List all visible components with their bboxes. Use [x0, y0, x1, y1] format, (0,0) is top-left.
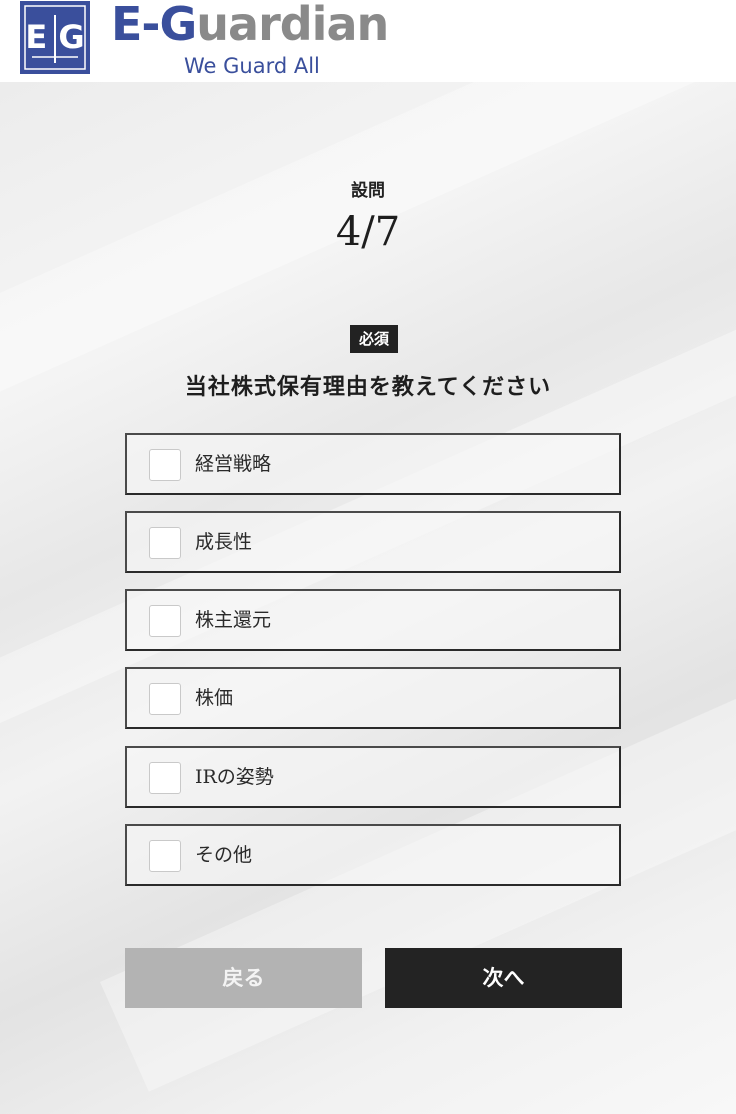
question-label: 設問 [351, 181, 385, 201]
required-badge: 必須 [350, 325, 398, 353]
checkbox[interactable] [149, 683, 181, 715]
option-stock-price[interactable]: 株価 [125, 667, 621, 729]
brand-tagline: We Guard All [184, 54, 320, 78]
checkbox[interactable] [149, 605, 181, 637]
brand-name[interactable]: E-Guardian [111, 0, 389, 54]
checkbox[interactable] [149, 840, 181, 872]
option-management-strategy[interactable]: 経営戦略 [125, 433, 621, 495]
question-progress: 4/7 [335, 209, 401, 255]
option-label: 株主還元 [195, 609, 272, 631]
survey-section: 設問 4/7 必須 当社株式保有理由を教えてください 経営戦略 成長性 株主還元… [0, 82, 736, 1114]
question-text: 当社株式保有理由を教えてください [184, 374, 552, 400]
option-ir-attitude[interactable]: IRの姿勢 [125, 746, 621, 808]
site-header: E G E-Guardian We Guard All [0, 0, 736, 82]
option-growth[interactable]: 成長性 [125, 511, 621, 573]
option-label: 経営戦略 [195, 453, 272, 475]
option-label: その他 [195, 844, 253, 866]
checkbox[interactable] [149, 527, 181, 559]
checkbox[interactable] [149, 762, 181, 794]
option-label: 株価 [195, 687, 234, 709]
option-label: 成長性 [195, 531, 253, 553]
back-button[interactable]: 戻る [125, 948, 362, 1008]
checkbox[interactable] [149, 449, 181, 481]
option-shareholder-returns[interactable]: 株主還元 [125, 589, 621, 651]
e-guardian-logo-icon[interactable]: E G [20, 1, 90, 74]
option-other[interactable]: その他 [125, 824, 621, 886]
next-button[interactable]: 次へ [385, 948, 622, 1008]
option-label: IRの姿勢 [195, 766, 274, 788]
